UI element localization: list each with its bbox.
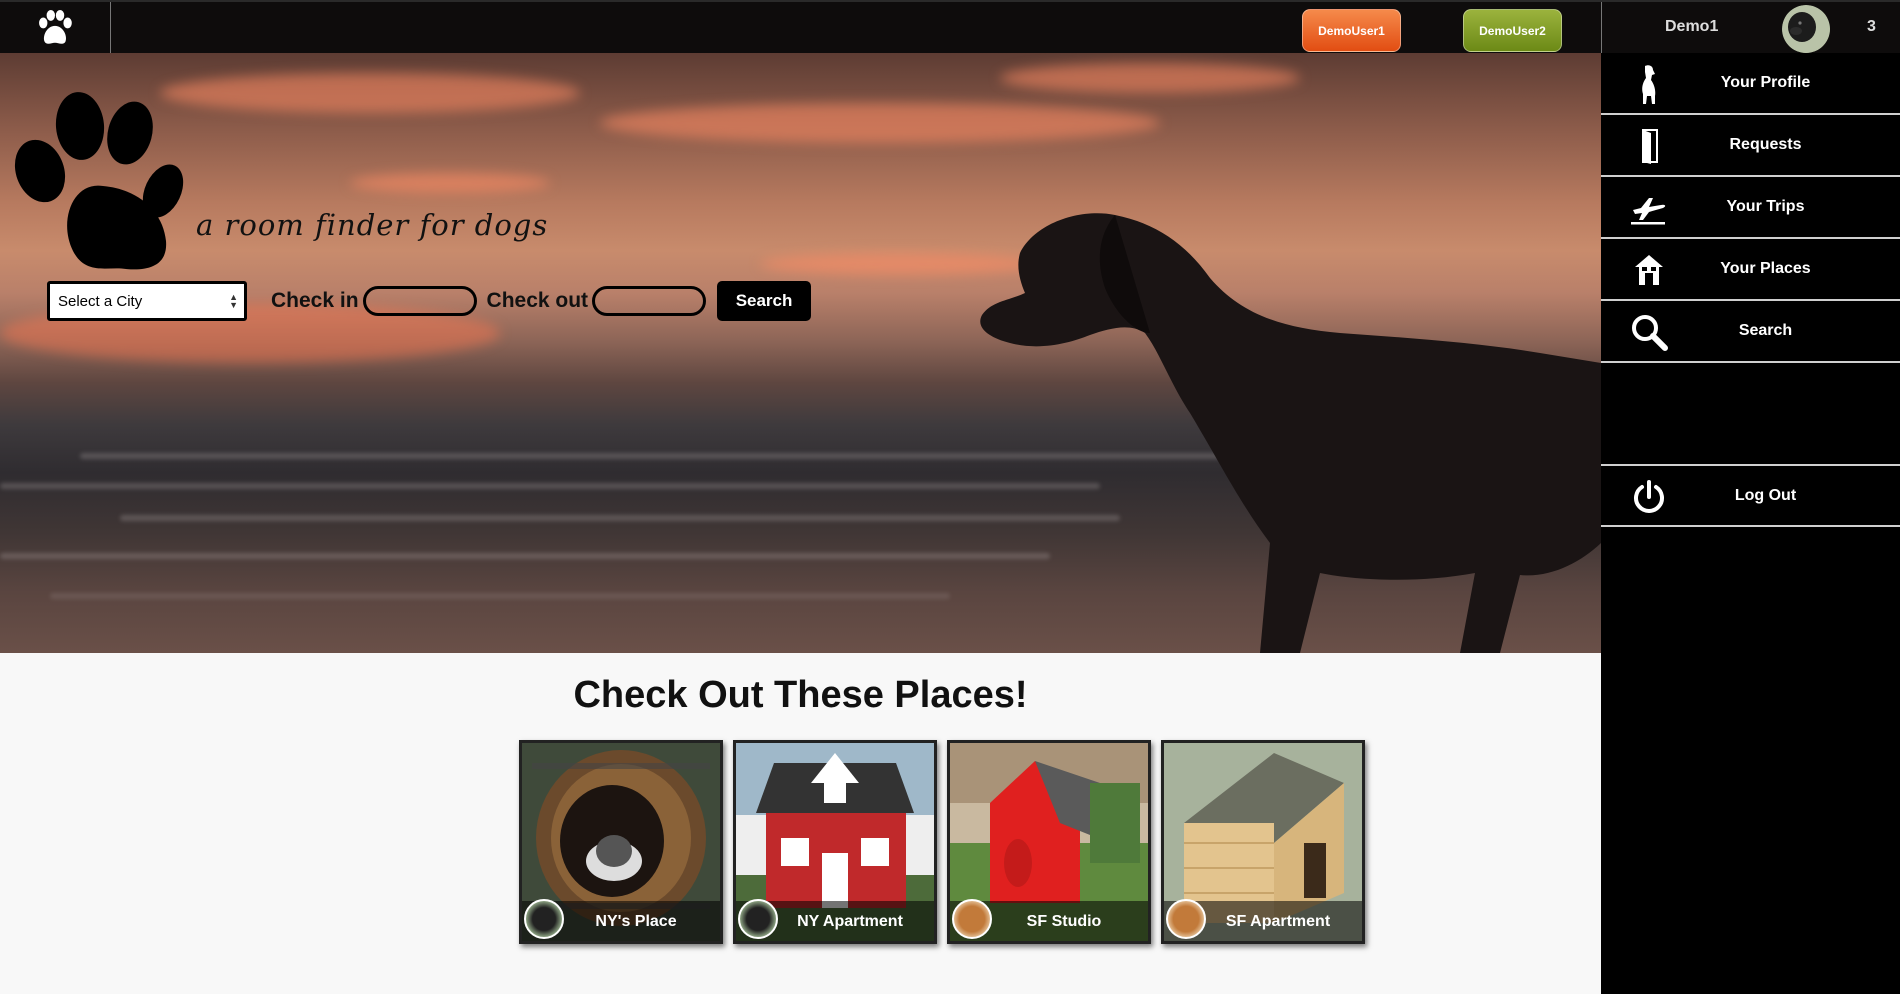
place-label: SF Apartment [1225,913,1331,930]
city-select[interactable]: Select a City ▲ ▼ [47,281,247,321]
user-avatar[interactable] [1782,5,1830,53]
nav-label: Log Out [1734,486,1797,504]
check-out-label: Check out [486,289,589,312]
hero-banner: a room finder for dogs Select a City ▲ ▼ … [0,53,1601,653]
dog-silhouette [980,213,1601,653]
place-label: NY Apartment [797,913,903,930]
sky-cloud [1000,63,1300,93]
nav-label: Your Places [1720,260,1811,277]
tagline: a room finder for dogs [196,208,549,242]
search-button[interactable]: Search [717,281,812,321]
nav-item-log-out[interactable]: Log Out [1601,464,1900,527]
user-name: Demo1 [1665,18,1719,35]
top-bar: DemoUser1 DemoUser2 Demo1 3 [0,0,1900,53]
side-nav: Your Profile Requests Your Trips Your Pl… [1601,53,1900,994]
nav-label: Your Trips [1726,198,1805,215]
demo-user-1-button[interactable]: DemoUser1 [1302,9,1401,52]
user-menu[interactable]: Demo1 3 [1601,2,1900,53]
place-label: SF Studio [1026,913,1102,930]
check-in-label: Check in [271,289,359,312]
demo-user-2-button[interactable]: DemoUser2 [1463,9,1562,52]
paw-icon [39,9,72,44]
select-arrows-icon: ▲ ▼ [229,292,238,310]
notification-count: 3 [1867,18,1876,35]
sky-cloud [350,173,550,193]
place-card[interactable]: NY Apartment [733,740,937,944]
nav-item-requests[interactable]: Requests [1601,115,1900,177]
place-label: NY's Place [595,913,677,930]
nav-label: Search [1738,322,1793,339]
paw-logo-icon [14,92,184,270]
page: DemoUser1 DemoUser2 Demo1 3 a room finde… [0,0,1900,994]
places-title: Check Out These Places! [573,674,1028,716]
nav-label: Requests [1729,136,1802,153]
city-select-value: Select a City [58,292,143,310]
check-in-input[interactable] [362,286,477,316]
dog-avatar-image [1782,5,1830,53]
nav-label: Your Profile [1720,74,1811,91]
search-bar: Select a City ▲ ▼ Check in Check out Sear… [47,281,812,321]
nav-item-your-places[interactable]: Your Places [1601,239,1900,301]
sea-wave [50,593,950,599]
place-cards: NY's Place NY Apartment SF Studio SF Apa… [519,740,1365,944]
nav-item-your-profile[interactable]: Your Profile [1601,53,1900,115]
place-card[interactable]: NY's Place [519,740,723,944]
nav-item-search[interactable]: Search [1601,301,1900,363]
check-out-input[interactable] [592,286,707,316]
sea-wave [0,553,1050,559]
nav-item-your-trips[interactable]: Your Trips [1601,177,1900,239]
sea-wave [0,483,1100,489]
place-card[interactable]: SF Apartment [1161,740,1365,944]
sky-cloud [160,73,580,113]
place-card[interactable]: SF Studio [947,740,1151,944]
sky-cloud [600,103,1160,143]
home-logo-link[interactable] [0,2,111,53]
